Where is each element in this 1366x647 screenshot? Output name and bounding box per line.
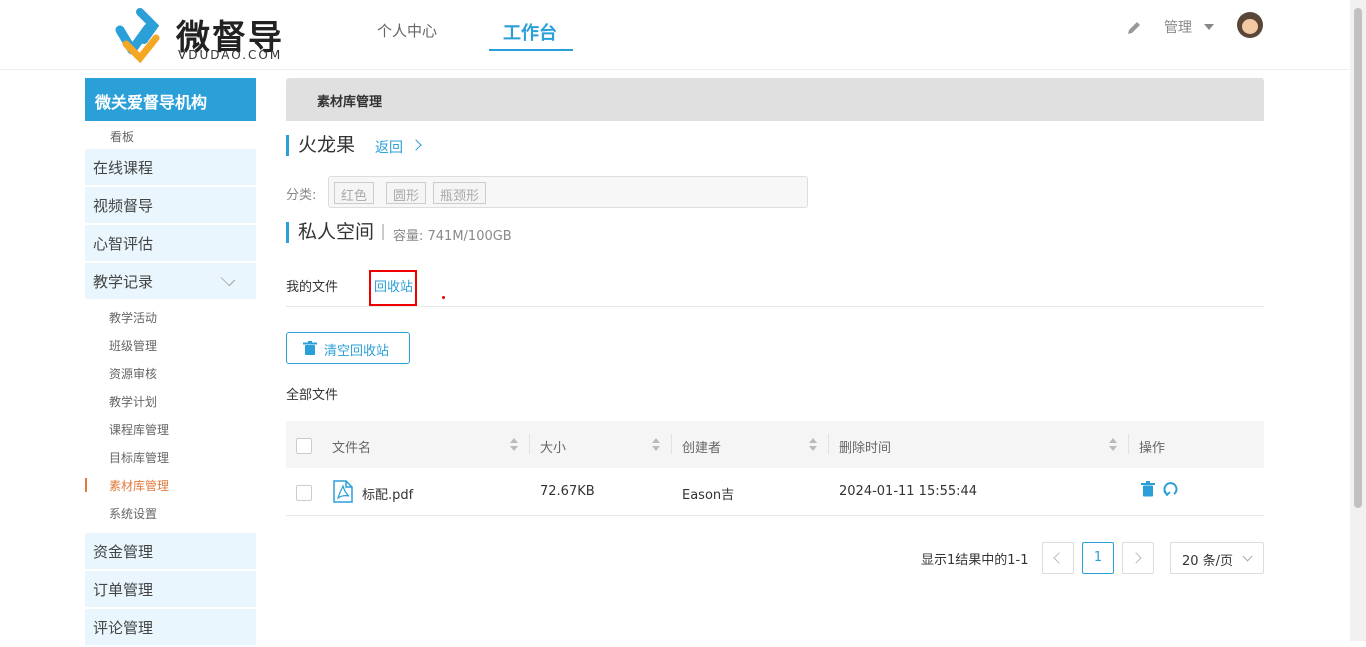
file-creator: Eason吉 — [682, 488, 735, 503]
nav-personal-center[interactable]: 个人中心 — [377, 20, 437, 41]
teaching-submenu: 教学活动 班级管理 资源审核 教学计划 课程库管理 目标库管理 素材库管理 系统… — [85, 301, 256, 527]
chevron-down-icon — [1242, 551, 1253, 562]
sidebar-item-teaching-records[interactable]: 教学记录 — [85, 263, 256, 299]
header-filename[interactable]: 文件名 — [332, 437, 371, 456]
column-divider — [529, 434, 530, 454]
table-row: 标配.pdf 72.67KB Eason吉 2024-01-11 15:55:4… — [286, 468, 1264, 516]
delete-icon[interactable] — [1141, 481, 1155, 497]
page-number-current[interactable]: 1 — [1082, 542, 1114, 574]
sidebar: 微关爱督导机构 看板 在线课程 视频督导 心智评估 教学记录 教学活动 班级管理… — [85, 78, 256, 647]
sidebar-item-comments[interactable]: 评论管理 — [85, 609, 256, 645]
page-size-select[interactable]: 20 条/页 — [1170, 542, 1264, 574]
header-actions: 操作 — [1139, 441, 1166, 456]
sidebar-item-online-course[interactable]: 在线课程 — [85, 149, 256, 185]
red-dot — [442, 296, 445, 299]
sidebar-item-funds[interactable]: 资金管理 — [85, 533, 256, 569]
sidebar-item-class-management[interactable]: 班级管理 — [85, 331, 256, 359]
prev-page-button[interactable] — [1042, 542, 1074, 574]
breadcrumb: 素材库管理 — [286, 78, 1264, 121]
admin-menu[interactable]: 管理 — [1164, 17, 1192, 37]
sidebar-item-orders[interactable]: 订单管理 — [85, 571, 256, 607]
file-name[interactable]: 标配.pdf — [362, 484, 413, 503]
page-size-value: 20 条/页 — [1182, 554, 1234, 569]
header-size[interactable]: 大小 — [540, 437, 566, 456]
main-content: 素材库管理 火龙果 返回 分类: 红色 圆形 瓶颈形 私人空间 容量: 741M… — [286, 78, 1264, 574]
tag-chip: 瓶颈形 — [433, 182, 487, 204]
sidebar-item-teaching-activity[interactable]: 教学活动 — [85, 303, 256, 331]
sidebar-item-material-library[interactable]: 素材库管理 — [85, 471, 256, 499]
clear-recycle-bin-button[interactable]: 清空回收站 — [286, 332, 410, 364]
column-divider — [828, 434, 829, 454]
all-files-label: 全部文件 — [286, 388, 339, 403]
sidebar-item-teaching-plan[interactable]: 教学计划 — [85, 387, 256, 415]
chevron-left-icon — [1053, 552, 1065, 564]
sort-icon[interactable] — [1109, 438, 1117, 452]
nav-workbench[interactable]: 工作台 — [503, 19, 557, 45]
tag-chip: 圆形 — [386, 182, 427, 204]
space-title: 私人空间 — [286, 222, 374, 243]
header-creator[interactable]: 创建者 — [682, 437, 721, 456]
pagination-info: 显示1结果中的1-1 — [921, 553, 1029, 568]
org-name[interactable]: 微关爱督导机构 — [85, 78, 256, 121]
files-table: 文件名 大小 创建者 删除时间 操作 标配.pdf 72.67KB Eason吉 — [286, 421, 1264, 516]
chevron-right-icon[interactable] — [410, 139, 422, 151]
header-deleted-time[interactable]: 删除时间 — [839, 437, 891, 456]
category-tags-box: 红色 圆形 瓶颈形 — [328, 176, 808, 208]
sidebar-item-course-library[interactable]: 课程库管理 — [85, 415, 256, 443]
trash-icon — [303, 341, 317, 355]
column-divider — [1128, 434, 1129, 454]
chevron-right-icon — [1130, 552, 1142, 564]
logo-icon — [115, 8, 160, 64]
sidebar-item-video-supervision[interactable]: 视频督导 — [85, 187, 256, 223]
category-label: 分类: — [286, 188, 317, 203]
next-page-button[interactable] — [1122, 542, 1154, 574]
sidebar-item-mental-assessment[interactable]: 心智评估 — [85, 225, 256, 261]
scrollbar[interactable] — [1350, 0, 1366, 641]
capacity-text: 容量: 741M/100GB — [393, 229, 512, 244]
back-link[interactable]: 返回 — [375, 137, 403, 157]
pencil-icon[interactable] — [1125, 19, 1143, 37]
sort-icon[interactable] — [510, 438, 518, 452]
row-checkbox[interactable] — [296, 485, 312, 501]
pdf-file-icon — [333, 480, 353, 503]
item-title: 火龙果 — [286, 135, 355, 156]
nav-active-underline — [489, 49, 573, 51]
highlight-box — [369, 270, 417, 306]
tab-my-files[interactable]: 我的文件 — [286, 276, 338, 295]
avatar[interactable] — [1237, 12, 1263, 38]
logo[interactable]: 微督导 VDUDAO.COM — [110, 8, 290, 64]
sidebar-item-label: 教学记录 — [93, 273, 154, 291]
sort-icon[interactable] — [652, 438, 660, 452]
sidebar-item-system-settings[interactable]: 系统设置 — [85, 499, 256, 527]
sort-icon[interactable] — [809, 438, 817, 452]
file-size: 72.67KB — [540, 484, 595, 499]
file-deleted-time: 2024-01-11 15:55:44 — [839, 484, 978, 499]
tab-divider — [286, 306, 1264, 307]
caret-down-icon[interactable] — [1204, 24, 1214, 30]
tag-chip: 红色 — [334, 182, 375, 204]
top-bar: 微督导 VDUDAO.COM 个人中心 工作台 管理 — [0, 0, 1350, 70]
select-all-checkbox[interactable] — [296, 438, 312, 454]
sidebar-item-goal-library[interactable]: 目标库管理 — [85, 443, 256, 471]
table-header: 文件名 大小 创建者 删除时间 操作 — [286, 421, 1264, 468]
column-divider — [671, 434, 672, 454]
chevron-down-icon — [220, 271, 236, 287]
clear-button-label: 清空回收站 — [324, 344, 390, 359]
logo-subtitle: VDUDAO.COM — [178, 48, 283, 62]
divider — [382, 224, 384, 240]
sidebar-item-kanban[interactable]: 看板 — [85, 121, 256, 149]
sidebar-item-resource-review[interactable]: 资源审核 — [85, 359, 256, 387]
restore-icon[interactable] — [1162, 481, 1178, 497]
